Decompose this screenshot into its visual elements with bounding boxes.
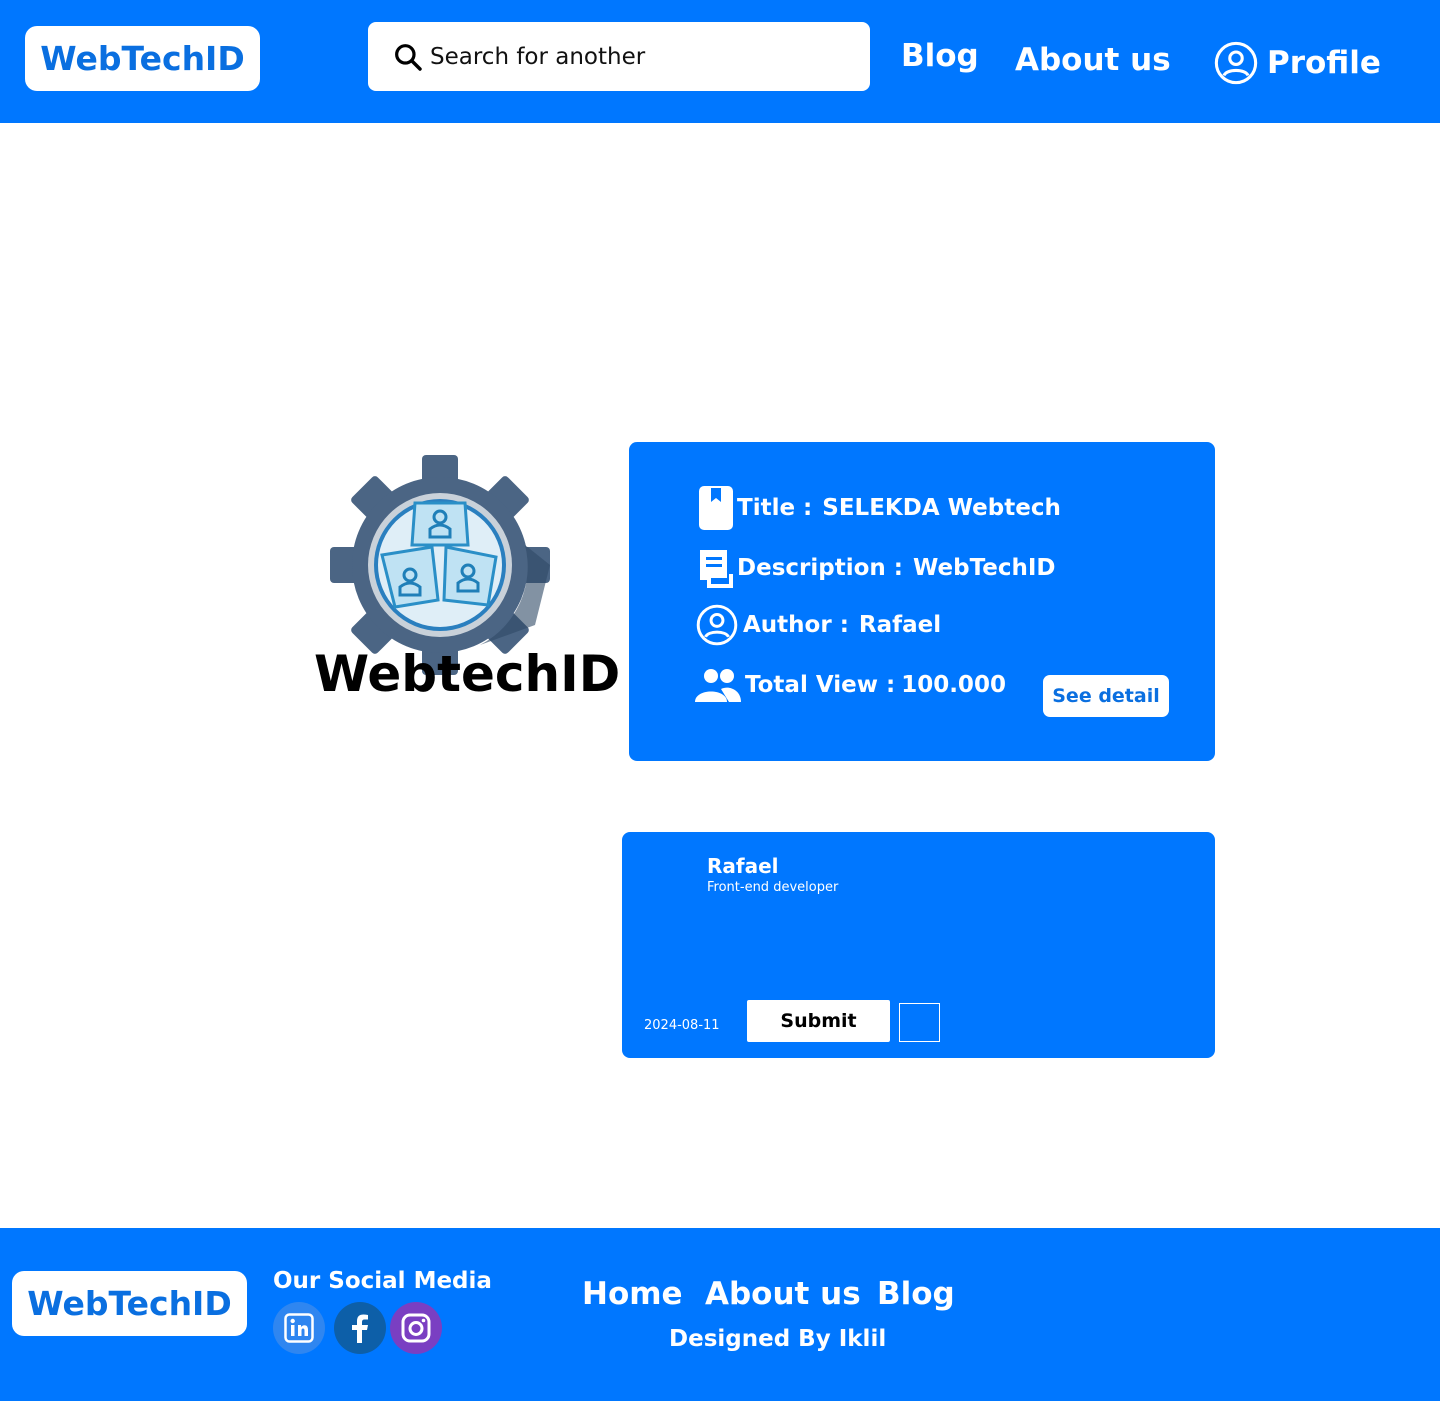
article-info-card: Title : SELEKDA Webtech Description : We… xyxy=(629,442,1215,761)
description-row: Description : WebTechID xyxy=(697,548,1055,588)
nav-profile-label: Profile xyxy=(1267,45,1381,81)
footer-brand-logo[interactable]: WebTechID xyxy=(12,1271,247,1336)
footer-link-home[interactable]: Home xyxy=(582,1276,683,1312)
title-label: Title : xyxy=(737,495,813,521)
bookmark-book-icon xyxy=(699,486,733,530)
submit-button[interactable]: Submit xyxy=(747,1000,890,1042)
people-icon xyxy=(695,669,741,702)
commenter-role: Front-end developer xyxy=(707,880,839,895)
nav-about-us[interactable]: About us xyxy=(1015,42,1171,78)
total-view-value: 100.000 xyxy=(901,672,1006,698)
checkbox[interactable] xyxy=(899,1003,940,1042)
author-label: Author : xyxy=(743,612,849,638)
comment-card: Rafael Front-end developer 2024-08-11 Su… xyxy=(622,832,1215,1058)
nav-blog[interactable]: Blog xyxy=(901,38,979,74)
linkedin-icon[interactable] xyxy=(273,1302,325,1354)
search-icon xyxy=(395,43,422,71)
total-view-row: Total View : 100.000 xyxy=(695,668,1006,702)
title-row: Title : SELEKDA Webtech xyxy=(697,486,1061,530)
author-row: Author : Rafael xyxy=(695,603,941,647)
description-label: Description : xyxy=(737,555,903,581)
description-value: WebTechID xyxy=(912,555,1056,581)
commenter-name: Rafael xyxy=(707,854,779,878)
description-doc-icon xyxy=(700,550,733,588)
user-circle-icon xyxy=(696,604,738,646)
search-input[interactable] xyxy=(430,43,850,70)
brand-logo[interactable]: WebTechID xyxy=(25,26,260,91)
search-bar[interactable] xyxy=(368,22,870,91)
nav-profile[interactable]: Profile xyxy=(1213,40,1381,86)
see-detail-button[interactable]: See detail xyxy=(1043,675,1169,717)
social-media-title: Our Social Media xyxy=(273,1268,492,1294)
footer: WebTechID Our Social Media Home About us… xyxy=(0,1228,1440,1401)
hero-logo-text: WebtechID xyxy=(314,645,621,703)
author-value: Rafael xyxy=(858,612,942,638)
facebook-icon[interactable] xyxy=(334,1302,386,1354)
instagram-icon[interactable] xyxy=(390,1302,442,1354)
total-view-label: Total View : xyxy=(745,672,896,698)
comment-date: 2024-08-11 xyxy=(644,1018,720,1033)
top-navbar: WebTechID Blog About us Profile xyxy=(0,0,1440,123)
designer-credit: Designed By Iklil xyxy=(669,1326,887,1352)
user-circle-icon xyxy=(1214,41,1258,85)
footer-link-blog[interactable]: Blog xyxy=(877,1276,955,1312)
title-value: SELEKDA Webtech xyxy=(822,495,1061,521)
footer-link-about-us[interactable]: About us xyxy=(705,1276,861,1312)
